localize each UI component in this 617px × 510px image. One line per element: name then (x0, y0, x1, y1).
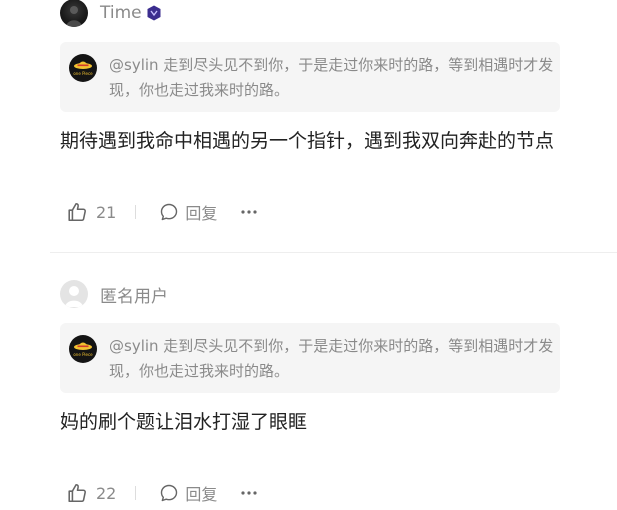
quoted-comment[interactable]: one Piece @sylin 走到尽头见不到你，于是走过你来时的路，等到相遇… (60, 42, 560, 112)
one-piece-logo-text: one Piece (73, 71, 93, 76)
more-options-icon[interactable] (241, 490, 257, 496)
portrait-icon (66, 6, 82, 27)
thumbs-up-icon[interactable] (66, 201, 88, 223)
thumbs-up-icon[interactable] (66, 482, 88, 504)
one-piece-avatar-icon: one Piece (69, 335, 97, 363)
comment-body: 期待遇到我命中相遇的另一个指针，遇到我双向奔赴的节点 (60, 130, 555, 152)
like-count: 21 (96, 202, 117, 222)
one-piece-avatar-icon: one Piece (69, 54, 97, 82)
quoted-comment[interactable]: one Piece @sylin 走到尽头见不到你，于是走过你来时的路，等到相遇… (60, 323, 560, 393)
quoted-text: @sylin 走到尽头见不到你，于是走过你来时的路，等到相遇时才发现，你也走过我… (109, 337, 554, 380)
one-piece-logo-text: one Piece (73, 352, 93, 357)
username[interactable]: Time (100, 3, 142, 23)
comment-bubble-icon[interactable] (159, 483, 179, 503)
quoted-text: @sylin 走到尽头见不到你，于是走过你来时的路，等到相遇时才发现，你也走过我… (109, 56, 554, 99)
user-avatar[interactable] (60, 0, 88, 27)
comment-body: 妈的刷个题让泪水打湿了眼眶 (60, 411, 308, 433)
more-options-icon[interactable] (241, 209, 257, 215)
comment-actions: 21 回复 (66, 200, 257, 224)
level-badge-icon (147, 5, 161, 21)
action-separator (135, 486, 137, 500)
reply-button[interactable]: 回复 (185, 200, 217, 224)
username[interactable]: 匿名用户 (100, 282, 168, 307)
comment-actions: 22 回复 (66, 481, 257, 505)
comment-divider (50, 252, 617, 253)
anonymous-avatar-icon[interactable] (60, 280, 88, 308)
comment-bubble-icon[interactable] (159, 202, 179, 222)
like-count: 22 (96, 483, 117, 503)
comment-author-row: 匿名用户 (60, 279, 168, 309)
reply-button[interactable]: 回复 (185, 481, 217, 505)
comment-author-row: Time (60, 0, 161, 28)
action-separator (135, 205, 137, 219)
